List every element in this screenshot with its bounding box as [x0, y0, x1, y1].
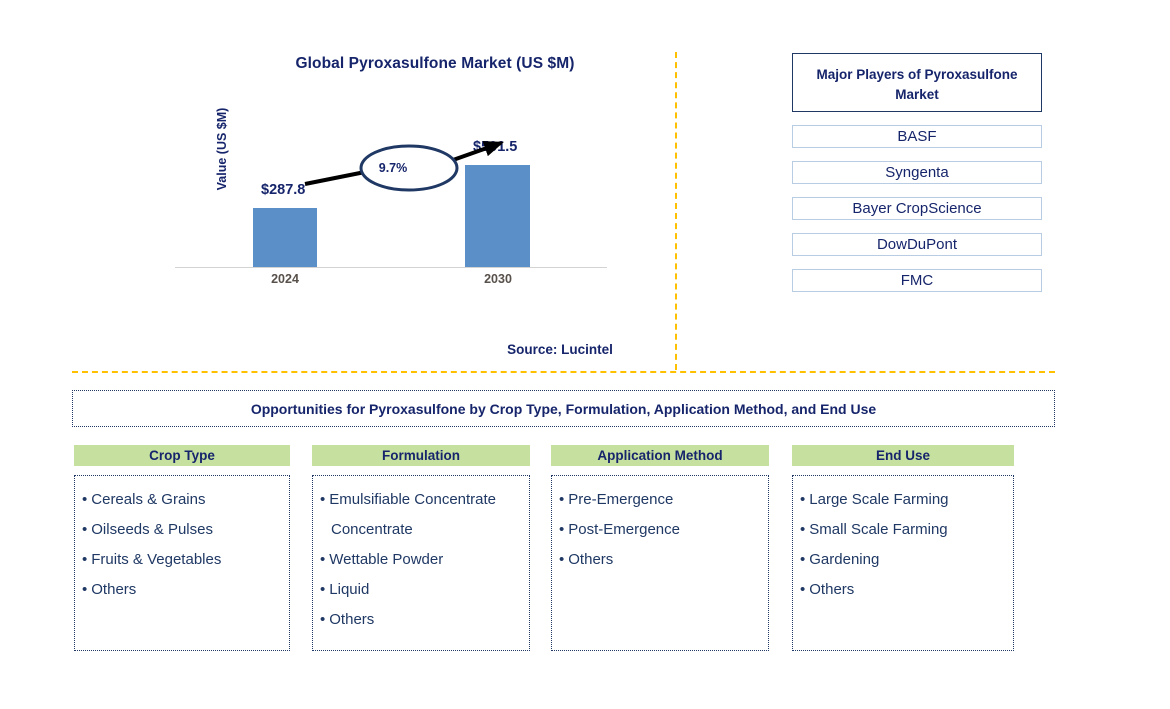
- opportunity-column-formulation: Formulation • Emulsifiable Concentrate Co…: [312, 445, 530, 651]
- list-item-label: Liquid: [329, 581, 370, 598]
- list-item: • Fruits & Vegetables: [82, 545, 282, 575]
- chart-y-axis-label: Value (US $M): [215, 107, 229, 191]
- column-body-application-method: • Pre-Emergence • Post-Emergence • Others: [551, 475, 769, 651]
- list-item: • Others: [82, 575, 282, 605]
- list-item-label: Fruits & Vegetables: [91, 551, 222, 568]
- column-body-crop-type: • Cereals & Grains • Oilseeds & Pulses • Fr…: [74, 475, 290, 651]
- list-item: • Others: [559, 545, 761, 575]
- column-header-crop-type: Crop Type: [74, 445, 290, 466]
- bullet-icon: •: [800, 551, 806, 568]
- list-item: • Post-Emergence: [559, 515, 761, 545]
- tick-label-2024: 2024: [271, 272, 299, 286]
- list-item-label: Small Scale Farming: [809, 521, 948, 538]
- column-header-end-use: End Use: [792, 445, 1014, 466]
- bullet-icon: •: [800, 521, 806, 538]
- opportunity-column-end-use: End Use • Large Scale Farming • Small Scal…: [792, 445, 1014, 651]
- opportunity-column-application-method: Application Method • Pre-Emergence • Post-…: [551, 445, 769, 651]
- list-item-label: Large Scale Farming: [809, 491, 949, 508]
- major-players-header: Major Players of Pyroxasulfone Market: [792, 53, 1042, 112]
- list-item-label: Others: [329, 611, 375, 628]
- bullet-icon: •: [82, 551, 88, 568]
- bullet-icon: •: [800, 581, 806, 598]
- list-item-label: Emulsifiable Concentrate: [329, 491, 497, 508]
- list-item: • Pre-Emergence: [559, 485, 761, 515]
- chart-title: Global Pyroxasulfone Market (US $M): [295, 55, 575, 72]
- list-item: • Others: [800, 575, 1006, 605]
- list-item-label: Cereals & Grains: [91, 491, 206, 508]
- list-item: • Emulsifiable Concentrate: [320, 485, 522, 515]
- column-body-formulation: • Emulsifiable Concentrate Concentrate • W…: [312, 475, 530, 651]
- column-body-end-use: • Large Scale Farming • Small Scale Farmin…: [792, 475, 1014, 651]
- list-item: • Gardening: [800, 545, 1006, 575]
- opportunity-column-crop-type: Crop Type • Cereals & Grains • Oilseeds & …: [74, 445, 290, 651]
- list-item: • Large Scale Farming: [800, 485, 1006, 515]
- bullet-icon: •: [800, 491, 806, 508]
- bullet-icon: •: [82, 521, 88, 538]
- player-item-fmc[interactable]: FMC: [792, 269, 1042, 292]
- list-item: • Small Scale Farming: [800, 515, 1006, 545]
- cagr-label: 9.7%: [378, 161, 408, 175]
- list-item-label: Gardening: [809, 551, 880, 568]
- bullet-icon: •: [82, 581, 88, 598]
- opportunities-banner: Opportunities for Pyroxasulfone by Crop …: [72, 390, 1055, 427]
- player-item-syngenta[interactable]: Syngenta: [792, 161, 1042, 184]
- bar-value-2024: $287.8: [261, 182, 306, 198]
- list-item: • Wettable Powder: [320, 545, 522, 575]
- list-item-label: Others: [809, 581, 855, 598]
- player-item-bayer-cropscience[interactable]: Bayer CropScience: [792, 197, 1042, 220]
- list-item-label: Others: [568, 551, 614, 568]
- market-bar-chart: Value (US $M) $287.8 $501.5 2024 2030 9.…: [175, 108, 610, 295]
- bullet-icon: •: [320, 581, 326, 598]
- player-item-basf[interactable]: BASF: [792, 125, 1042, 148]
- player-item-dowdupont[interactable]: DowDuPont: [792, 233, 1042, 256]
- column-header-application-method: Application Method: [551, 445, 769, 466]
- vertical-divider: [675, 52, 677, 370]
- list-item-label: Concentrate: [331, 521, 413, 538]
- list-item-label: Oilseeds & Pulses: [91, 521, 213, 538]
- list-item-continuation: Concentrate: [320, 515, 522, 545]
- list-item-label: Wettable Powder: [329, 551, 444, 568]
- list-item-label: Others: [91, 581, 137, 598]
- major-players-panel: Major Players of Pyroxasulfone Market BA…: [792, 53, 1042, 292]
- list-item: • Liquid: [320, 575, 522, 605]
- list-item-label: Pre-Emergence: [568, 491, 674, 508]
- tick-label-2030: 2030: [484, 272, 512, 286]
- bullet-icon: •: [559, 491, 565, 508]
- column-header-formulation: Formulation: [312, 445, 530, 466]
- list-item: • Oilseeds & Pulses: [82, 515, 282, 545]
- horizontal-divider: [72, 371, 1055, 373]
- bullet-icon: •: [559, 521, 565, 538]
- bullet-icon: •: [320, 491, 326, 508]
- bar-2024: [253, 208, 317, 267]
- bullet-icon: •: [82, 491, 88, 508]
- list-item: • Others: [320, 605, 522, 635]
- chart-x-axis-line: [175, 267, 607, 268]
- list-item-label: Post-Emergence: [568, 521, 680, 538]
- bullet-icon: •: [559, 551, 565, 568]
- bullet-icon: •: [320, 611, 326, 628]
- source-label: Source: Lucintel: [507, 342, 613, 357]
- list-item: • Cereals & Grains: [82, 485, 282, 515]
- bullet-icon: •: [320, 551, 326, 568]
